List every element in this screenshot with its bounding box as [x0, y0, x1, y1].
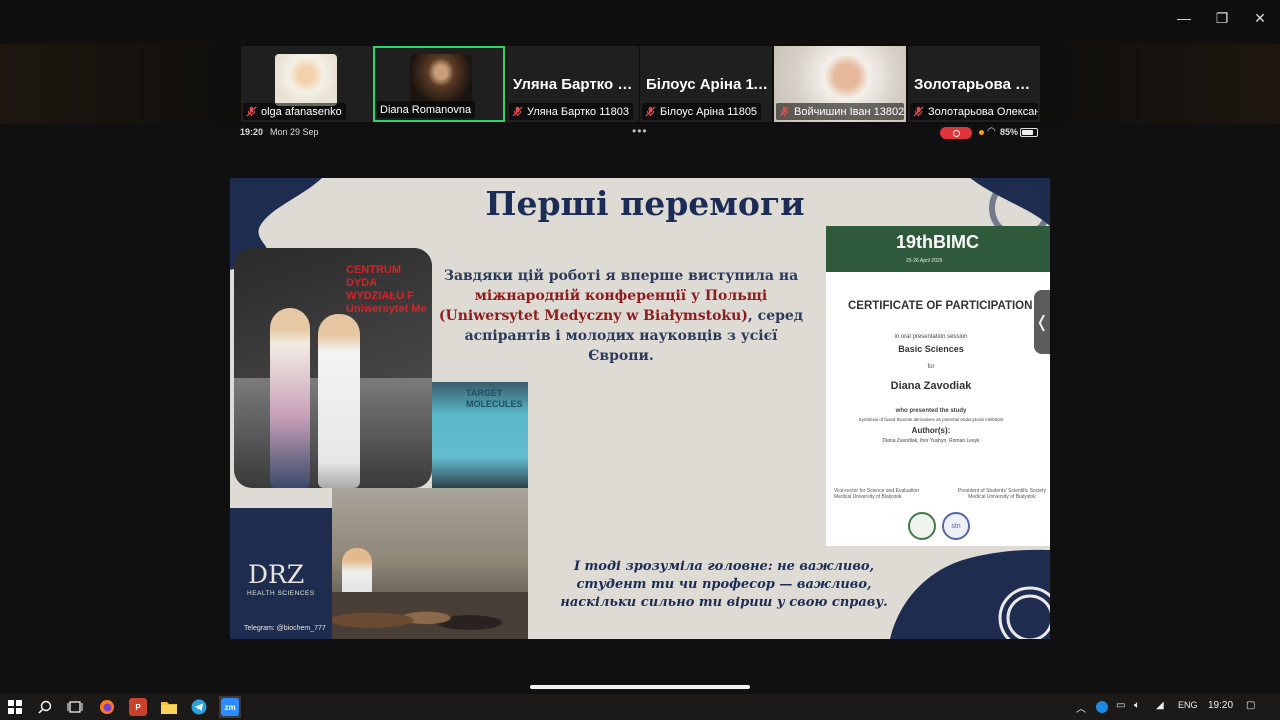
participant-tile[interactable]: Золотарьова О... Золотарьова Олексан... — [908, 46, 1040, 122]
certificate-session-label: in oral presentation session — [894, 334, 968, 340]
participant-tile-active-speaker[interactable]: Diana Romanovna — [373, 46, 505, 122]
presentation-slide: Перші перемоги Завдяки цій роботі я впер… — [230, 178, 1050, 639]
participant-display-name: Уляна Бартко 1... — [513, 76, 637, 93]
multitask-dots-icon[interactable]: ••• — [632, 124, 648, 138]
mic-off-icon — [246, 106, 257, 117]
slide-over-handle-icon[interactable]: ❬ — [1034, 290, 1050, 354]
task-view-icon[interactable] — [66, 698, 84, 716]
tray-expand-icon[interactable]: ︿ — [1076, 700, 1086, 715]
mic-off-icon — [512, 106, 523, 117]
participant-name: Войчишин Іван 13802... — [794, 105, 904, 118]
participant-tile[interactable]: Войчишин Іван 13802... — [774, 46, 906, 122]
photo-banner-text: CENTRUM DYDA WYDZIAŁU F Uniwersytet Me — [346, 264, 427, 315]
certificate-header: 19thBIMC 25-26 April 2025 — [826, 226, 1050, 272]
file-explorer-icon[interactable] — [160, 698, 178, 716]
mic-off-icon — [779, 106, 790, 117]
participant-name-tag: Уляна Бартко 11803 — [509, 103, 634, 120]
participant-name: Золотарьова Олексан... — [928, 105, 1038, 118]
participant-name: Diana Romanovna — [380, 103, 472, 116]
volume-icon[interactable]: 🔈︎ — [1134, 700, 1140, 711]
zoom-window: — ❐ ✕ olga afanasenko Diana Romanovna Ул… — [0, 0, 1280, 694]
logo-drz-text: DRZ — [248, 560, 305, 589]
title-bar: — ❐ ✕ — [0, 0, 1280, 40]
photo-presentation-audience — [332, 488, 528, 639]
ipad-date: Mon 29 Sep — [270, 127, 319, 137]
certificate-signature-right: President of Students' Scientific Societ… — [958, 488, 1046, 500]
certificate-authors: Diana Zavodiak, Ihor Yushyn, Roman Lesyk — [882, 438, 980, 444]
participant-name-tag: Білоус Аріна 11805 — [642, 103, 762, 120]
windows-taskbar: P zm ︿ ▭ 🔈︎ ◢ ENG 19:20 ▢ — [0, 694, 1280, 720]
privacy-indicator-icon — [979, 130, 984, 135]
tray-app-icon[interactable] — [1096, 701, 1108, 713]
wifi-icon: ◠ — [987, 126, 996, 137]
battery-percent: 85% — [1000, 127, 1019, 137]
certificate-event: 19thBIMC — [896, 232, 980, 252]
notifications-icon[interactable]: ▢ — [1246, 700, 1255, 711]
close-button[interactable]: ✕ — [1241, 4, 1279, 32]
paragraph-text: Завдяки цій роботі я вперше виступила на — [443, 268, 799, 284]
drz-logo-panel: DRZ HEALTH SCIENCES Telegram: @biochem_7… — [230, 508, 332, 639]
certificate-dates: 25-26 April 2025 — [906, 258, 943, 264]
participant-tile[interactable]: Білоус Аріна 11... Білоус Аріна 11805 — [640, 46, 772, 122]
society-seal-icon: stn — [942, 512, 970, 540]
participant-video — [275, 54, 337, 106]
participant-tile[interactable]: olga afanasenko — [241, 46, 373, 122]
ipad-status-bar: 19:20 Mon 29 Sep ••• ◠ 85% — [228, 124, 1052, 142]
participant-name-tag: Золотарьова Олексан... — [910, 103, 1038, 120]
powerpoint-icon[interactable]: P — [129, 698, 147, 716]
participant-name: Уляна Бартко 11803 — [527, 105, 630, 118]
home-indicator[interactable] — [530, 685, 750, 689]
certificate-study: Synthesis of fused thiazole derivatives … — [858, 417, 1004, 422]
search-icon[interactable] — [36, 698, 54, 716]
recording-icon — [940, 127, 972, 139]
battery-icon — [1020, 128, 1038, 137]
participant-display-name: Золотарьова О... — [914, 76, 1038, 93]
slide-paragraph: Завдяки цій роботі я вперше виступила на… — [436, 266, 806, 366]
zoom-app-icon[interactable]: zm — [221, 698, 239, 716]
ipad-time: 19:20 — [240, 127, 264, 137]
photo-conference-building: CENTRUM DYDA WYDZIAŁU F Uniwersytet Me — [234, 248, 432, 488]
taskbar-clock[interactable]: 19:20 — [1208, 700, 1233, 711]
network-icon[interactable]: ◢ — [1156, 700, 1164, 711]
shared-screen: 19:20 Mon 29 Sep ••• ◠ 85% Перші перемог… — [228, 124, 1052, 694]
participant-name-tag: Войчишин Іван 13802... — [776, 103, 904, 120]
telegram-icon[interactable] — [190, 698, 208, 716]
participant-display-name: Білоус Аріна 11... — [646, 76, 770, 93]
windows-start-icon[interactable] — [6, 698, 24, 716]
maximize-button[interactable]: ❐ — [1203, 4, 1241, 32]
mic-off-icon — [645, 106, 656, 117]
certificate-recipient: Diana Zavodiak — [890, 380, 972, 392]
photo-screen-target-molecules: TARGET MOLECULES — [432, 382, 528, 490]
certificate-authors-label: Author(s): — [911, 426, 951, 435]
participant-name-tag: olga afanasenko — [243, 103, 346, 120]
logo-subtitle: HEALTH SCIENCES — [247, 590, 315, 597]
certificate-title: CERTIFICATE OF PARTICIPATION — [848, 300, 1033, 312]
participant-tile[interactable]: Уляна Бартко 1... Уляна Бартко 11803 — [507, 46, 639, 122]
certificate-session: Basic Sciences — [898, 344, 964, 354]
participant-gallery: olga afanasenko Diana Romanovna Уляна Ба… — [0, 44, 1280, 124]
mic-off-icon — [913, 106, 924, 117]
battery-tray-icon[interactable]: ▭ — [1116, 700, 1125, 711]
participant-name: olga afanasenko — [261, 105, 342, 118]
participant-video — [410, 54, 472, 106]
paragraph-highlight: міжнародній конференції у Польщі (Uniwer… — [438, 288, 768, 324]
certificate-image: 19thBIMC 25-26 April 2025 CERTIFICATE OF… — [826, 226, 1050, 546]
certificate-signature-left: Vice-rector for Science and Evaluation M… — [834, 488, 919, 500]
participant-name: Білоус Аріна 11805 — [660, 105, 758, 118]
minimize-button[interactable]: — — [1165, 4, 1203, 32]
participant-name-tag: Diana Romanovna — [377, 101, 476, 118]
language-indicator[interactable]: ENG — [1178, 700, 1198, 710]
logo-telegram: Telegram: @biochem_777 — [244, 625, 326, 632]
slide-title: Перші перемоги — [485, 184, 805, 223]
university-seal-icon — [908, 512, 936, 540]
certificate-for: for — [927, 364, 935, 370]
certificate-presented: who presented the study — [895, 408, 967, 414]
firefox-icon[interactable] — [98, 698, 116, 716]
photo-screen-text: TARGET MOLECULES — [466, 388, 523, 409]
slide-quote: І тоді зрозуміла головне: не важливо, ст… — [560, 559, 888, 610]
